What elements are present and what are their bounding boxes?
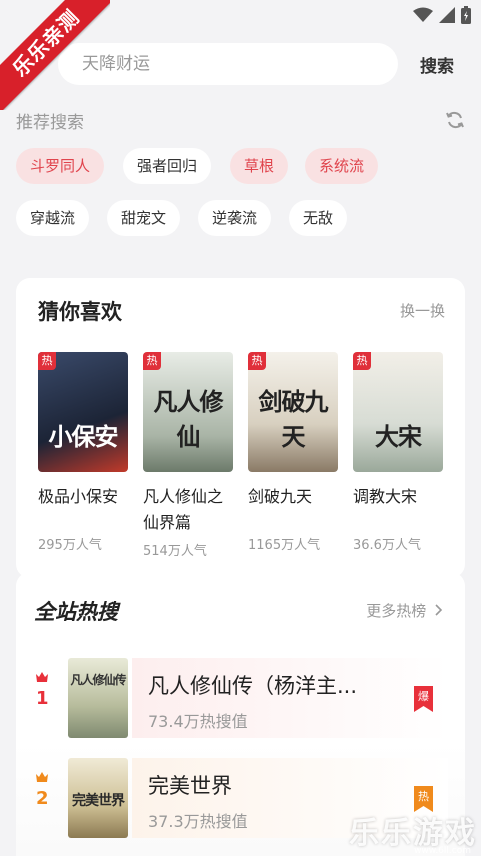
test-badge-text: 乐乐亲测 bbox=[0, 0, 110, 110]
chip-wudi[interactable]: 无敌 bbox=[289, 200, 348, 236]
cover-title: 凡人修仙 bbox=[153, 388, 224, 451]
book-name[interactable]: 极品小保安 bbox=[38, 484, 130, 510]
chip-chuanyue[interactable]: 穿越流 bbox=[16, 200, 90, 236]
rank-name[interactable]: 凡人修仙传（杨洋主... bbox=[148, 670, 357, 700]
crown-icon bbox=[36, 772, 48, 782]
rank-badge-text: 热 bbox=[418, 790, 429, 803]
hot-tag: 热 bbox=[143, 352, 161, 370]
test-badge-ribbon: 乐乐亲测 bbox=[0, 0, 110, 110]
hot-tag: 热 bbox=[248, 352, 266, 370]
rank-badge-text: 爆 bbox=[418, 690, 429, 703]
book-item[interactable]: 热 剑破九天 剑破九天 bbox=[248, 352, 340, 510]
chevron-right-icon bbox=[435, 604, 443, 616]
rank-number: 1 bbox=[36, 688, 49, 709]
battery-icon bbox=[461, 6, 471, 24]
search-button[interactable]: 搜索 bbox=[420, 52, 454, 77]
cover-title: 凡人修仙传 bbox=[70, 673, 126, 687]
wifi-icon bbox=[413, 7, 433, 22]
cover-title: 剑破九天 bbox=[258, 388, 329, 451]
chip-caogen[interactable]: 草根 bbox=[230, 148, 289, 184]
book-popularity: 514万人气 bbox=[143, 544, 207, 559]
book-popularity: 295万人气 bbox=[38, 538, 102, 553]
chip-douluo[interactable]: 斗罗同人 bbox=[16, 148, 105, 184]
swap-button[interactable]: 换一换 bbox=[400, 300, 445, 321]
guess-you-like-card: 猜你喜欢 换一换 热 小保安 极品小保安 热 凡人修仙 凡人修仙之仙界篇 热 剑… bbox=[16, 278, 465, 578]
hot-search-title: 全站热搜 bbox=[34, 600, 118, 624]
book-cover[interactable]: 热 剑破九天 bbox=[248, 352, 338, 472]
status-icons bbox=[413, 6, 471, 24]
book-item[interactable]: 热 凡人修仙 凡人修仙之仙界篇 bbox=[143, 352, 235, 536]
rank-badge: 爆 bbox=[414, 686, 433, 712]
rank-number: 2 bbox=[36, 788, 49, 809]
cover-title: 完美世界 bbox=[72, 793, 125, 809]
book-cover[interactable]: 热 凡人修仙 bbox=[143, 352, 233, 472]
hot-tag: 热 bbox=[38, 352, 56, 370]
chip-xitong[interactable]: 系统流 bbox=[305, 148, 379, 184]
rank-name[interactable]: 完美世界 bbox=[148, 770, 232, 800]
more-hot-button[interactable]: 更多热榜 bbox=[366, 600, 443, 621]
book-item[interactable]: 热 小保安 极品小保安 bbox=[38, 352, 130, 510]
more-hot-label[interactable]: 更多热榜 bbox=[366, 602, 426, 620]
book-name[interactable]: 凡人修仙之仙界篇 bbox=[143, 484, 235, 536]
rank-heat: 37.3万热搜值 bbox=[148, 812, 248, 831]
book-popularity: 36.6万人气 bbox=[353, 538, 421, 553]
rank-cover[interactable]: 凡人修仙传 bbox=[68, 658, 128, 738]
guess-title: 猜你喜欢 bbox=[38, 300, 122, 324]
refresh-icon[interactable] bbox=[445, 110, 465, 130]
hot-tag: 热 bbox=[353, 352, 371, 370]
recommend-title: 推荐搜索 bbox=[16, 113, 84, 133]
cover-title: 大宋 bbox=[375, 423, 422, 451]
rank-heat: 73.4万热搜值 bbox=[148, 712, 248, 731]
chip-qiangzhe[interactable]: 强者回归 bbox=[123, 148, 212, 184]
crown-icon bbox=[36, 672, 48, 682]
book-item[interactable]: 热 大宋 调教大宋 bbox=[353, 352, 445, 510]
book-name[interactable]: 剑破九天 bbox=[248, 484, 340, 510]
book-popularity: 1165万人气 bbox=[248, 538, 321, 553]
chip-nixi[interactable]: 逆袭流 bbox=[198, 200, 272, 236]
rank-cover[interactable]: 完美世界 bbox=[68, 758, 128, 838]
cover-title: 小保安 bbox=[48, 423, 119, 451]
watermark-url: www.6ll.com bbox=[414, 846, 471, 856]
book-cover[interactable]: 热 小保安 bbox=[38, 352, 128, 472]
book-cover[interactable]: 热 大宋 bbox=[353, 352, 443, 472]
book-name[interactable]: 调教大宋 bbox=[353, 484, 445, 510]
hot-rank-row[interactable]: 1 凡人修仙传 凡人修仙传（杨洋主... 73.4万热搜值 爆 bbox=[16, 658, 465, 738]
signal-icon bbox=[439, 7, 455, 23]
chip-tianchong[interactable]: 甜宠文 bbox=[107, 200, 181, 236]
